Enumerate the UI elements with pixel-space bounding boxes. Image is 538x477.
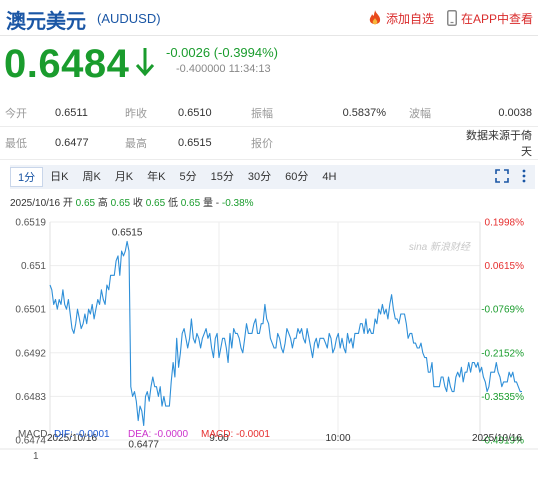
pct-tick-label: 0.1998% [485, 218, 525, 229]
info-high: 0.65 [110, 198, 131, 209]
x-axis-labels: 2025/10/16 9:00 10:00 2025/10/16 [47, 433, 522, 444]
x-tick-label: 10:00 [325, 433, 350, 444]
macd-dea: DEA: -0.0000 [128, 429, 188, 440]
pct-tick-label: -0.2152% [481, 348, 524, 359]
tab-weekly[interactable]: 周K [75, 167, 107, 187]
stat-label: 昨收 [120, 100, 178, 127]
pair-name: 澳元美元 [6, 11, 86, 33]
down-arrow-icon [135, 48, 155, 77]
tab-60min[interactable]: 60分 [278, 167, 315, 187]
fire-icon [369, 10, 381, 25]
stat-label: 最低 [0, 126, 55, 160]
stats-table: 今开 0.6511 昨收 0.6510 振幅 0.5837% 波幅 0.0038… [0, 100, 538, 160]
stat-label: 波幅 [404, 100, 464, 127]
ohlc-info: 2025/10/16 开 0.65 高 0.65 收 0.65 低 0.65 量… [10, 198, 254, 209]
tab-1min[interactable]: 1分 [10, 167, 44, 187]
info-date: 2025/10/16 [10, 198, 61, 209]
intraday-chart[interactable]: sina 新浪财经 0.6519 0.651 0.6501 0.6492 0.6483 0… [0, 212, 538, 477]
price-line [49, 240, 522, 427]
low-annotation: 0.6477 [128, 439, 159, 450]
y-tick-label: 0.6492 [15, 348, 46, 359]
macd-axis-value: 1 [33, 451, 39, 462]
x-tick-label: 2025/10/16 [472, 433, 522, 444]
view-in-app-button[interactable]: 在APP中查看 [447, 9, 533, 27]
info-low: 0.65 [180, 198, 201, 209]
tab-monthly[interactable]: 月K [108, 167, 140, 187]
stat-value: 0.6515 [178, 126, 246, 160]
info-close-label: 收 [132, 198, 143, 209]
tab-15min[interactable]: 15分 [204, 167, 241, 187]
tab-4h[interactable]: 4H [315, 167, 343, 187]
pct-axis-labels: 0.1998%0.0615%-0.0769%-0.2152%-0.3535%-0… [481, 218, 524, 447]
stat-label: 最高 [120, 126, 178, 160]
info-pct: -0.38% [221, 198, 254, 209]
stat-value: 0.6477 [55, 126, 120, 160]
quote-subline: -0.400000 11:34:13 [176, 63, 271, 75]
info-low-label: 低 [167, 198, 178, 209]
chart-grid [0, 221, 538, 450]
info-close: 0.65 [145, 198, 166, 209]
add-watchlist-label: 添加自选 [386, 11, 435, 26]
stat-value: 0.0038 [464, 100, 538, 127]
stat-value: 0.5837% [324, 100, 404, 127]
y-axis-labels: 0.65190.6510.65010.64920.64830.6474 [15, 218, 46, 447]
info-vol-label: 量 [202, 198, 213, 209]
pct-tick-label: 0.0615% [485, 261, 525, 272]
view-in-app-label: 在APP中查看 [461, 11, 534, 26]
macd-label: MACD [18, 429, 47, 440]
stat-label [404, 126, 464, 160]
tab-yearly[interactable]: 年K [140, 167, 172, 187]
quote-panel: 0.6484 -0.0026 (-0.3994%) -0.400000 11:3… [0, 36, 538, 94]
title-bar: 澳元美元 (AUDUSD) 添加自选 在APP中查看 [0, 0, 538, 36]
pct-tick-label: -0.0769% [481, 305, 524, 316]
tab-daily[interactable]: 日K [43, 167, 75, 187]
y-tick-label: 0.651 [21, 261, 46, 272]
price-change: -0.0026 (-0.3994%) [166, 45, 279, 60]
high-annotation: 0.6515 [112, 227, 143, 238]
fullscreen-icon[interactable] [495, 169, 509, 183]
macd-dif: DIF: -0.0001 [54, 429, 110, 440]
stat-value [324, 126, 404, 160]
stat-label: 振幅 [246, 100, 324, 127]
current-price: 0.6484 [4, 42, 130, 86]
y-tick-label: 0.6519 [15, 218, 46, 229]
tab-30min[interactable]: 30分 [241, 167, 278, 187]
tab-5min[interactable]: 5分 [173, 167, 204, 187]
y-tick-label: 0.6501 [15, 305, 46, 316]
data-source: 数据来源于倚天 [464, 126, 538, 160]
stat-label: 今开 [0, 100, 55, 127]
macd-value: MACD: -0.0001 [201, 429, 270, 440]
pct-tick-label: -0.3535% [481, 392, 524, 403]
add-watchlist-button[interactable]: 添加自选 [368, 9, 434, 27]
info-high-label: 高 [97, 198, 108, 209]
stats-row: 最低 0.6477 最高 0.6515 报价 数据来源于倚天 [0, 126, 538, 160]
stat-value: 0.6511 [55, 100, 120, 127]
period-tabs: 1分 日K 周K 月K 年K 5分 15分 30分 60分 4H [10, 165, 535, 189]
phone-icon [447, 10, 457, 26]
pair-code: (AUDUSD) [97, 11, 161, 26]
watermark: sina 新浪财经 [409, 241, 471, 253]
info-open: 0.65 [75, 198, 96, 209]
info-open-label: 开 [62, 198, 73, 209]
y-tick-label: 0.6483 [15, 392, 46, 403]
stats-row: 今开 0.6511 昨收 0.6510 振幅 0.5837% 波幅 0.0038 [0, 100, 538, 127]
stat-label: 报价 [246, 126, 324, 160]
stat-value: 0.6510 [178, 100, 246, 127]
more-icon[interactable] [521, 169, 527, 183]
